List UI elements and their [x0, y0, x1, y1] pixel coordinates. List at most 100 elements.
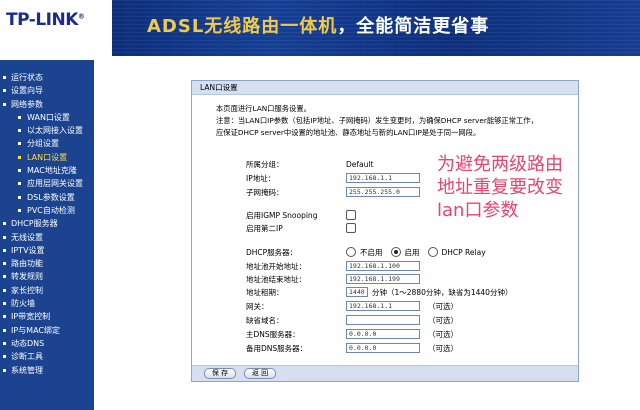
dhcp-on-label: 启用 — [404, 247, 420, 257]
sidebar-item[interactable]: 运行状态 — [0, 71, 94, 84]
dhcp-off-radio[interactable] — [346, 247, 356, 257]
sidebar-item[interactable]: IP带宽控制 — [0, 310, 94, 323]
sidebar-item-label: 无线设置 — [11, 232, 43, 242]
bullet-icon — [3, 262, 6, 266]
slogan-text: ADSL无线路由一体机，全能简洁更省事 — [147, 16, 490, 37]
dhcp-relay-label: DHCP Relay — [441, 247, 486, 257]
bullet-icon — [18, 169, 21, 173]
sidebar-item-label: IPTV设置 — [11, 245, 45, 255]
dhcp-on-radio[interactable] — [390, 247, 401, 257]
pool-start-label: 地址池开始地址： — [246, 261, 306, 271]
dhcp-off-label: 不启用 — [360, 247, 383, 257]
bullet-icon — [18, 208, 21, 212]
dhcp-row: DHCP服务器： 不启用 启用 DHCP Relay — [246, 246, 494, 258]
note-line-2: 应保证DHCP server中设置的地址池、静态地址与新的LAN口IP是处于同一… — [216, 128, 481, 137]
bullet-icon — [18, 195, 21, 199]
bullet-icon — [3, 89, 6, 93]
sidebar-item-label: 应用层网关设置 — [27, 179, 83, 189]
panel-footer: 保 存 返 回 — [192, 365, 578, 381]
sidebar-item-label: 系统管理 — [11, 365, 43, 375]
mask-label: 子网掩码： — [246, 187, 284, 197]
bullet-icon — [18, 142, 21, 146]
sidebar-item-label: 动态DNS — [11, 338, 45, 348]
lan-settings-panel: LAN口设置 本页面进行LAN口服务设置。 注意：当LAN口IP参数（包括IP地… — [191, 80, 579, 382]
sidebar-item[interactable]: DSL参数设置 — [0, 191, 94, 204]
pool-end-input[interactable]: 192.168.1.199 — [346, 274, 420, 284]
lease-row: 地址租期： 1440 分钟（1～2880分钟，缺省为1440分钟） — [246, 286, 512, 298]
header-banner: TP-LINK® ADSL无线路由一体机，全能简洁更省事 — [0, 0, 640, 56]
sidebar-item-label: 路由功能 — [11, 259, 43, 269]
dns2-label: 备用DNS服务器： — [246, 343, 308, 353]
bullet-icon — [18, 155, 21, 159]
bullet-icon — [3, 328, 6, 332]
sidebar-item[interactable]: 网络参数 — [0, 98, 94, 111]
sidebar-item[interactable]: 设置向导 — [0, 84, 94, 97]
back-button[interactable]: 返 回 — [244, 368, 276, 379]
bullet-icon — [3, 368, 6, 372]
lease-hint: 分钟（1～2880分钟，缺省为1440分钟） — [372, 287, 513, 297]
sidebar-item-label: LAN口设置 — [27, 152, 68, 162]
sidebar-item[interactable]: 动态DNS — [0, 337, 94, 350]
bullet-icon — [3, 315, 6, 319]
sidebar-item-label: IP与MAC绑定 — [11, 325, 61, 335]
domain-optional: （可选） — [428, 315, 458, 325]
sidebar-item[interactable]: 以太网接入设置 — [0, 124, 94, 137]
lease-label: 地址租期： — [246, 287, 284, 297]
sidebar-item[interactable]: PVC自动检测 — [0, 204, 94, 217]
sidebar-item[interactable]: 路由功能 — [0, 257, 94, 270]
dns1-row: 主DNS服务器： 0.0.0.0 （可选） — [246, 328, 458, 340]
logo-area: TP-LINK® — [0, 0, 112, 56]
sidebar-item[interactable]: 系统管理 — [0, 364, 94, 377]
intro-text: 本页面进行LAN口服务设置。 — [216, 104, 311, 113]
sidebar-item-label: 以太网接入设置 — [27, 126, 83, 136]
bullet-icon — [3, 76, 6, 79]
gateway-optional: （可选） — [428, 301, 458, 311]
ip-address-input[interactable]: 192.168.1.1 — [346, 173, 420, 183]
sidebar-item[interactable]: IP与MAC绑定 — [0, 324, 94, 337]
bullet-icon — [3, 355, 6, 359]
pool-start-input[interactable]: 192.168.1.100 — [346, 261, 420, 271]
sidebar-item-label: IP带宽控制 — [11, 312, 51, 322]
slogan-banner: ADSL无线路由一体机，全能简洁更省事 — [112, 0, 640, 56]
dns2-optional: （可选） — [428, 343, 458, 353]
sidebar-item-label: 防火墙 — [11, 299, 35, 309]
pool-end-label: 地址池结束地址： — [246, 274, 306, 284]
igmp-snooping-checkbox[interactable] — [346, 210, 356, 220]
sidebar-item[interactable]: IPTV设置 — [0, 244, 94, 257]
sidebar-item[interactable]: 无线设置 — [0, 231, 94, 244]
sidebar-item[interactable]: 诊断工具 — [0, 350, 94, 363]
gateway-row: 网关： 192.168.1.1 （可选） — [246, 300, 458, 312]
bullet-icon — [3, 235, 6, 239]
sidebar-item[interactable]: 分组设置 — [0, 137, 94, 150]
bullet-icon — [3, 102, 6, 106]
sidebar-nav: 运行状态设置向导 网络参数 WAN口设置以太网接入设置 分组设置 LAN口设置 MAC地址… — [0, 60, 94, 410]
save-button[interactable]: 保 存 — [204, 368, 236, 379]
gateway-input[interactable]: 192.168.1.1 — [346, 301, 420, 311]
sidebar-item[interactable]: 防火墙 — [0, 297, 94, 310]
bullet-icon — [3, 341, 6, 345]
sidebar-item-label: 转发规则 — [11, 272, 43, 282]
sidebar-item[interactable]: WAN口设置 — [0, 111, 94, 124]
ip-label: IP地址： — [246, 173, 276, 183]
sidebar-item[interactable]: MAC地址克隆 — [0, 164, 94, 177]
primary-dns-input[interactable]: 0.0.0.0 — [346, 329, 420, 339]
bullet-icon — [18, 182, 21, 186]
sidebar-item[interactable]: 应用层网关设置 — [0, 177, 94, 190]
domain-input[interactable] — [346, 315, 420, 325]
sidebar-item[interactable]: 转发规则 — [0, 270, 94, 283]
note-line-1: 注意：当LAN口IP参数（包括IP地址、子网掩码）发生变更时，为确保DHCP s… — [216, 116, 538, 125]
sidebar-item-label: 运行状态 — [11, 73, 43, 82]
dhcp-relay-radio[interactable] — [427, 247, 438, 257]
secondary-dns-input[interactable]: 0.0.0.0 — [346, 343, 420, 353]
sidebar-item-label: DSL参数设置 — [27, 192, 75, 202]
group-value: Default — [346, 159, 374, 169]
lease-time-input[interactable]: 1440 — [346, 287, 368, 297]
ip-row: IP地址： 192.168.1.1 — [246, 172, 420, 184]
sidebar-item[interactable]: LAN口设置 — [0, 151, 94, 164]
sidebar-item[interactable]: 家长控制 — [0, 284, 94, 297]
second-ip-checkbox[interactable] — [346, 223, 356, 233]
subnet-mask-input[interactable]: 255.255.255.0 — [346, 187, 420, 197]
sidebar-item[interactable]: DHCP服务器 — [0, 217, 94, 230]
main-content: LAN口设置 本页面进行LAN口服务设置。 注意：当LAN口IP参数（包括IP地… — [94, 60, 640, 410]
bullet-icon — [3, 288, 6, 292]
